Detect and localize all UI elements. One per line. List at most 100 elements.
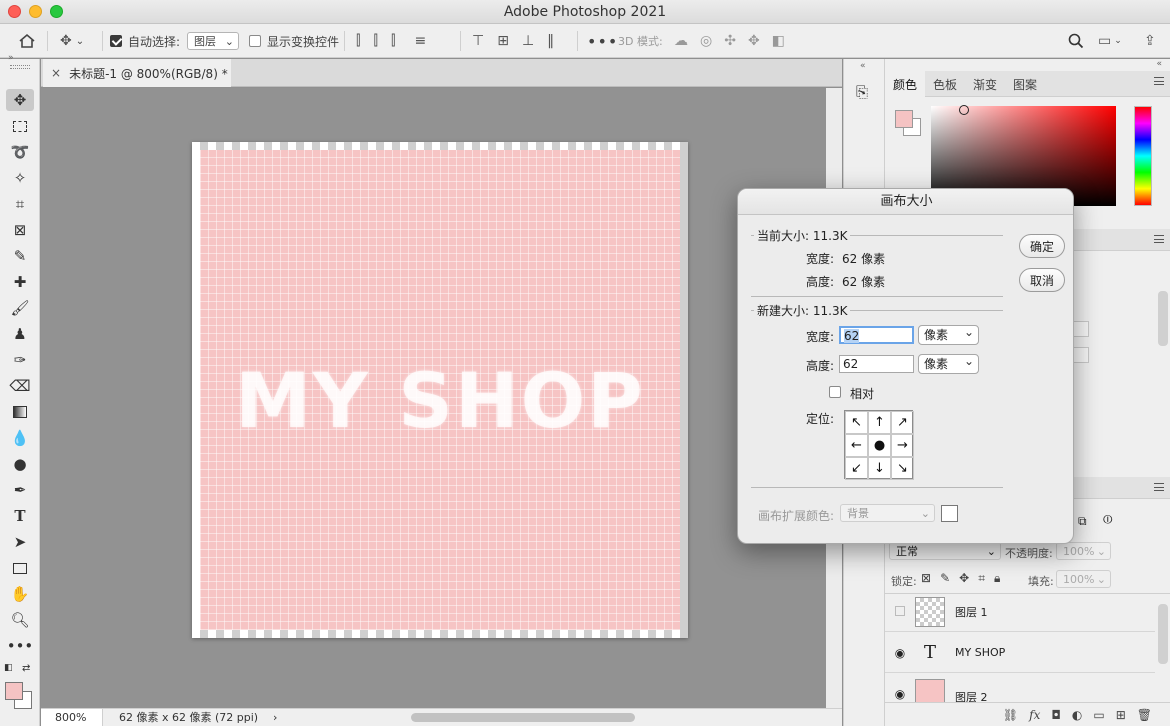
adjustments-panel-menu-icon[interactable] bbox=[1154, 235, 1164, 243]
align-bottom-icon[interactable]: ⊥ bbox=[522, 33, 534, 49]
align-top-icon[interactable]: ⊤ bbox=[472, 33, 484, 49]
zoom-tool-icon[interactable]: 🔍︎ bbox=[6, 609, 34, 631]
close-tab-icon[interactable]: × bbox=[51, 66, 61, 80]
move-tool-icon[interactable]: ✥ bbox=[6, 89, 34, 111]
blur-tool-icon[interactable]: 💧 bbox=[6, 427, 34, 449]
fill-field[interactable]: 100% ⌄ bbox=[1056, 570, 1111, 588]
move-tool-preset-icon[interactable]: ✥ ⌄ bbox=[60, 24, 84, 58]
anchor-bottom-right-arrow-icon[interactable]: ↘ bbox=[891, 457, 914, 480]
3d-orbit-icon[interactable]: ☁ bbox=[674, 33, 688, 49]
canvas-horizontal-scrollbar[interactable] bbox=[411, 713, 635, 722]
height-unit-dropdown[interactable]: 像素 bbox=[918, 352, 979, 374]
align-left-icon[interactable]: ⫿ bbox=[356, 33, 360, 49]
layers-panel-menu-icon[interactable] bbox=[1154, 483, 1164, 491]
tab-color[interactable]: 颜色 bbox=[885, 71, 925, 97]
lasso-tool-icon[interactable]: ➰ bbox=[6, 141, 34, 163]
3d-camera-icon[interactable]: ◧ bbox=[772, 33, 785, 49]
align-right-icon[interactable]: ⫿ bbox=[391, 33, 395, 49]
workspace-icon[interactable]: ▭ ⌄ bbox=[1098, 24, 1122, 58]
tab-swatches[interactable]: 色板 bbox=[925, 71, 965, 97]
adjustment-layer-icon[interactable]: ◐ bbox=[1072, 708, 1082, 722]
cancel-button[interactable]: 取消 bbox=[1019, 268, 1065, 292]
pen-tool-icon[interactable]: ✒ bbox=[6, 479, 34, 501]
status-menu-arrow[interactable]: › bbox=[273, 709, 277, 726]
layer-visibility-toggle[interactable] bbox=[885, 605, 915, 619]
default-colors-icon[interactable]: ◧ bbox=[4, 663, 13, 673]
dodge-tool-icon[interactable]: ● bbox=[6, 453, 34, 475]
3d-pan-icon[interactable]: ✣ bbox=[724, 33, 736, 49]
3d-slide-icon[interactable]: ✥ bbox=[748, 33, 760, 49]
auto-select-checkbox[interactable] bbox=[110, 35, 122, 47]
opacity-field[interactable]: 100% ⌄ bbox=[1056, 542, 1111, 560]
magic-wand-tool-icon[interactable]: ✧ bbox=[6, 167, 34, 189]
filter-toggle-icon[interactable]: ⏼ bbox=[1103, 512, 1113, 527]
group-folder-icon[interactable]: ▭ bbox=[1093, 708, 1104, 722]
brush-tool-icon[interactable]: 🖌 bbox=[6, 297, 34, 319]
lock-position-icon[interactable]: ✥ bbox=[959, 571, 969, 586]
gradient-tool-icon[interactable] bbox=[6, 401, 34, 423]
properties-scrollbar[interactable] bbox=[1158, 291, 1168, 346]
anchor-top-arrow-icon[interactable]: ↑ bbox=[868, 411, 891, 434]
anchor-top-left-arrow-icon[interactable]: ↖ bbox=[845, 411, 868, 434]
more-options-icon[interactable]: ••• bbox=[587, 24, 618, 58]
tab-gradients[interactable]: 渐变 bbox=[965, 71, 1005, 97]
share-icon[interactable]: ⇪ bbox=[1144, 24, 1156, 58]
document-tab[interactable]: × 未标题-1 @ 800%(RGB/8) * bbox=[43, 59, 231, 87]
blend-mode-dropdown[interactable]: 正常 ⌄ bbox=[889, 542, 1001, 560]
new-width-input[interactable]: 62 bbox=[839, 326, 914, 344]
align-center-h-icon[interactable]: ⫿ bbox=[373, 33, 377, 49]
anchor-center-dot-icon[interactable]: ● bbox=[868, 434, 891, 457]
color-panel-menu-icon[interactable] bbox=[1154, 77, 1164, 85]
ok-button[interactable]: 确定 bbox=[1019, 234, 1065, 258]
width-unit-dropdown[interactable]: 像素 bbox=[918, 323, 979, 345]
eye-icon[interactable]: ◉ bbox=[885, 687, 915, 701]
home-icon[interactable] bbox=[18, 24, 36, 58]
search-icon[interactable] bbox=[1068, 24, 1084, 58]
extension-color-dropdown[interactable]: 背景 ⌄ bbox=[840, 504, 935, 522]
layer-row[interactable]: ◉ T MY SHOP bbox=[885, 633, 1155, 673]
clone-stamp-tool-icon[interactable]: ♟ bbox=[6, 323, 34, 345]
eyedropper-tool-icon[interactable]: ✎ bbox=[6, 245, 34, 267]
anchor-left-arrow-icon[interactable]: ← bbox=[845, 434, 868, 457]
lock-artboard-icon[interactable]: ⌗ bbox=[978, 571, 985, 586]
type-tool-icon[interactable]: T bbox=[6, 505, 34, 527]
distribute-v-icon[interactable]: ‖ bbox=[547, 33, 554, 49]
link-layers-icon[interactable]: ⛓ bbox=[1003, 708, 1018, 722]
foreground-color-swatch[interactable] bbox=[5, 682, 23, 700]
layers-scrollbar[interactable] bbox=[1158, 604, 1168, 664]
anchor-bottom-arrow-icon[interactable]: ↓ bbox=[868, 457, 891, 480]
anchor-top-right-arrow-icon[interactable]: ↗ bbox=[891, 411, 914, 434]
3d-roll-icon[interactable]: ◎ bbox=[700, 33, 712, 49]
marquee-tool-icon[interactable] bbox=[6, 115, 34, 137]
edit-toolbar-icon[interactable]: ••• bbox=[6, 635, 34, 657]
hand-tool-icon[interactable]: ✋ bbox=[6, 583, 34, 605]
layer-effects-icon[interactable]: fx bbox=[1029, 708, 1040, 722]
layer-mask-icon[interactable]: ◘ bbox=[1051, 708, 1061, 722]
eye-icon[interactable]: ◉ bbox=[885, 646, 915, 660]
zoom-level[interactable]: 800% bbox=[41, 709, 103, 726]
healing-brush-tool-icon[interactable]: ✚ bbox=[6, 271, 34, 293]
anchor-right-arrow-icon[interactable]: → bbox=[891, 434, 914, 457]
hue-slider[interactable] bbox=[1134, 106, 1152, 206]
tab-patterns[interactable]: 图案 bbox=[1005, 71, 1045, 97]
lock-all-icon[interactable]: 🔒︎ bbox=[994, 571, 1000, 586]
rectangle-tool-icon[interactable] bbox=[6, 557, 34, 579]
lock-transparent-icon[interactable]: ⊠ bbox=[921, 571, 931, 586]
new-layer-icon[interactable]: ⊞ bbox=[1116, 708, 1126, 722]
new-height-input[interactable]: 62 bbox=[839, 355, 914, 373]
relative-checkbox[interactable] bbox=[829, 386, 841, 398]
lock-pixels-icon[interactable]: ✎ bbox=[940, 571, 950, 586]
history-panel-icon[interactable]: ⎘ bbox=[856, 83, 868, 101]
filter-smart-icon[interactable]: ⧉ bbox=[1078, 514, 1087, 529]
panel-foreground-swatch[interactable] bbox=[895, 110, 913, 128]
auto-select-target-dropdown[interactable]: 图层 ⌄ bbox=[187, 32, 239, 50]
eraser-tool-icon[interactable]: ⌫ bbox=[6, 375, 34, 397]
crop-tool-icon[interactable]: ⌗ bbox=[6, 193, 34, 215]
extension-color-swatch[interactable] bbox=[941, 505, 958, 522]
swap-colors-icon[interactable]: ⇄ bbox=[22, 663, 30, 674]
frame-tool-icon[interactable]: ⊠ bbox=[6, 219, 34, 241]
layer-row[interactable]: 图层 1 bbox=[885, 592, 1155, 632]
delete-layer-icon[interactable]: 🗑︎ bbox=[1137, 708, 1152, 722]
anchor-bottom-left-arrow-icon[interactable]: ↙ bbox=[845, 457, 868, 480]
align-middle-v-icon[interactable]: ⊞ bbox=[497, 33, 509, 49]
